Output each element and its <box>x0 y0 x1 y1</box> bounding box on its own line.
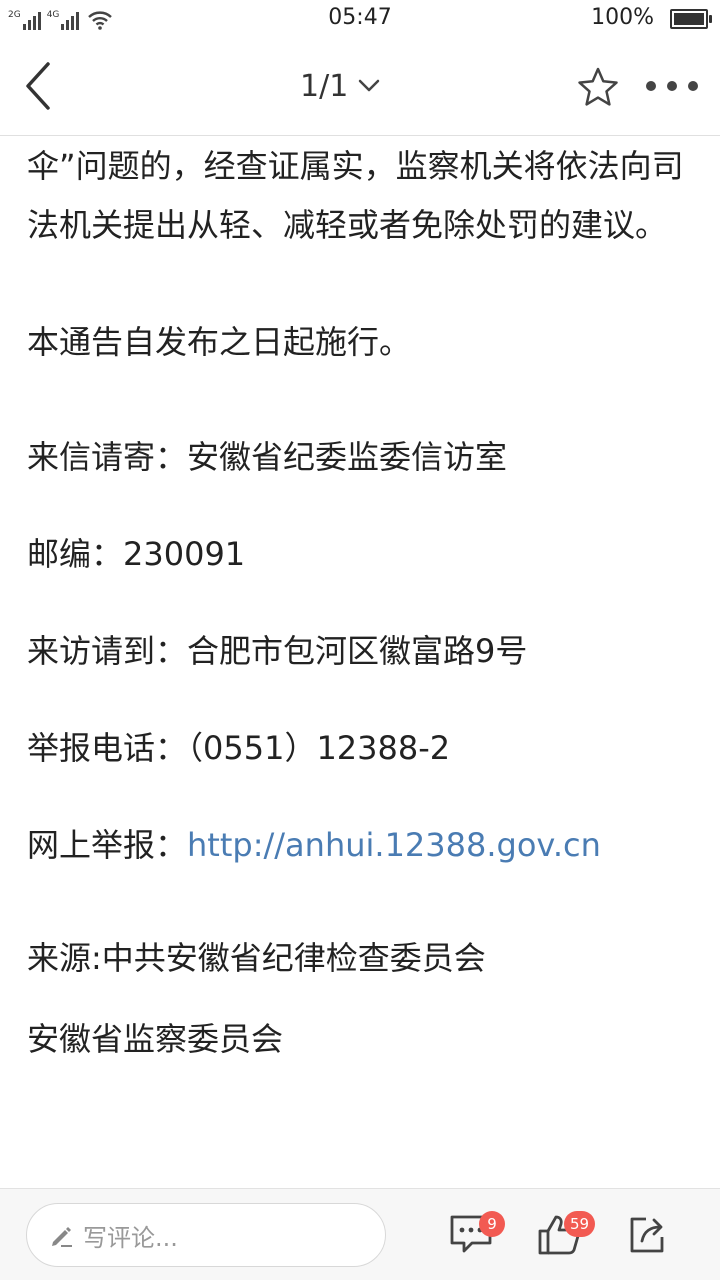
comment-count-badge: 9 <box>479 1211 505 1237</box>
star-icon[interactable] <box>576 66 620 108</box>
online-report-line: 网上举报：http://anhui.12388.gov.cn <box>27 816 697 875</box>
comment-input[interactable]: 写评论... <box>26 1203 386 1267</box>
battery-percentage: 100% <box>591 5 654 30</box>
online-report-link[interactable]: http://anhui.12388.gov.cn <box>187 826 601 864</box>
like-count-badge: 59 <box>564 1211 596 1237</box>
postal-code: 邮编：230091 <box>27 535 246 573</box>
article-paragraph: 本通告自发布之日起施行。 <box>27 323 412 361</box>
article-body: 伞”问题的，经查证属实，监察机关将依法向司法机关提出从轻、减轻或者免除处罚的建议… <box>27 137 697 1069</box>
back-arrow-icon[interactable] <box>18 58 62 114</box>
source-line: 安徽省监察委员会 <box>27 1020 284 1058</box>
battery-icon <box>670 9 712 29</box>
mailing-address: 来信请寄：安徽省纪委监委信访室 <box>27 438 508 476</box>
nav-bar: 1/1 <box>0 36 720 136</box>
chevron-down-icon <box>359 79 380 92</box>
page-indicator-label: 1/1 <box>300 68 349 104</box>
article-paragraph: 伞”问题的，经查证属实，监察机关将依法向司法机关提出从轻、减轻或者免除处罚的建议… <box>27 147 684 244</box>
page-indicator-dropdown[interactable]: 1/1 <box>300 66 380 106</box>
share-icon[interactable] <box>624 1211 670 1257</box>
comment-placeholder: 写评论... <box>83 1223 178 1252</box>
bottom-bar: 写评论... 9 59 <box>0 1188 720 1280</box>
pencil-icon <box>52 1227 72 1247</box>
status-bar: 2G 4G 05:47 100% <box>0 0 720 36</box>
more-icon[interactable] <box>646 76 698 96</box>
online-report-label: 网上举报： <box>27 826 188 864</box>
report-phone: 举报电话：（0551）12388-2 <box>27 729 451 767</box>
source-line: 来源:中共安徽省纪律检查委员会 <box>27 939 486 977</box>
visit-address: 来访请到：合肥市包河区徽富路9号 <box>27 632 528 670</box>
